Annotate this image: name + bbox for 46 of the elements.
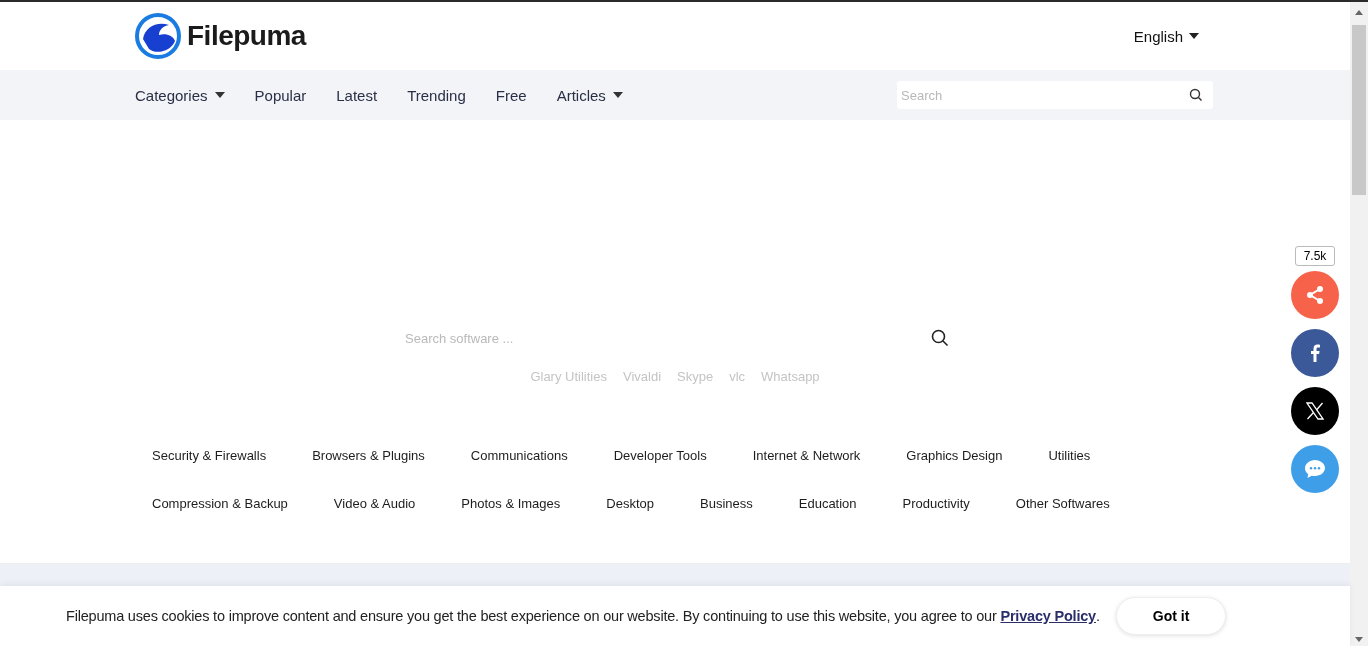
category-link[interactable]: Education	[798, 496, 857, 511]
caret-icon	[1189, 33, 1199, 39]
category-link[interactable]: Communications	[470, 448, 568, 463]
category-link[interactable]: Compression & Backup	[152, 496, 288, 511]
scrollbar-thumb[interactable]	[1352, 25, 1366, 195]
nav-link[interactable]: Trending	[407, 86, 466, 104]
category-link[interactable]: Developer Tools	[613, 448, 707, 463]
category-link[interactable]: Video & Audio	[333, 496, 416, 511]
logo-text[interactable]: Filepuma	[187, 20, 306, 52]
category-link[interactable]: Productivity	[902, 496, 970, 511]
category-link[interactable]: Internet & Network	[752, 448, 861, 463]
share-button[interactable]	[1291, 271, 1339, 319]
nav-link[interactable]: Free	[495, 86, 527, 104]
chat-button[interactable]	[1291, 445, 1339, 493]
category-link[interactable]: Business	[700, 496, 753, 511]
nav-link[interactable]: Popular	[254, 86, 307, 104]
language-dropdown[interactable]: English	[1133, 27, 1199, 45]
category-link[interactable]: Other Softwares	[1015, 496, 1110, 511]
privacy-policy-link[interactable]: Privacy Policy	[1000, 608, 1096, 624]
category-link[interactable]: Security & Firewalls	[152, 448, 267, 463]
category-link[interactable]: Browsers & Plugins	[312, 448, 425, 463]
search-field[interactable]: Search	[897, 81, 1213, 109]
search-icon	[1189, 88, 1203, 102]
facebook-icon	[1310, 344, 1320, 362]
share-count: 7.5k	[1294, 246, 1336, 266]
search-icon	[931, 329, 949, 347]
facebook-button[interactable]	[1291, 329, 1339, 377]
nav-link[interactable]: Latest	[336, 86, 378, 104]
nav-link[interactable]: Categories	[135, 86, 225, 104]
caret-icon	[612, 92, 623, 98]
x-icon	[1306, 402, 1324, 420]
caret-icon	[214, 92, 225, 98]
nav-link[interactable]: Articles	[556, 86, 623, 104]
category-link[interactable]: Desktop	[606, 496, 654, 511]
category-link[interactable]: Utilities	[1048, 448, 1091, 463]
category-link[interactable]: Photos & Images	[461, 496, 561, 511]
scroll-up-icon[interactable]	[1355, 10, 1363, 15]
scrollbar[interactable]	[1350, 2, 1368, 646]
chat-bubble-icon	[1304, 459, 1326, 479]
got-it-button[interactable]: Got it	[1115, 597, 1227, 635]
category-link[interactable]: Graphics Design	[906, 448, 1003, 463]
cookie-message: Filepuma uses cookies to improve content and ensure you get the best experience on our website. By continuing to use this website, you agree to our Privacy Policy.	[66, 608, 1100, 624]
x-button[interactable]	[1291, 387, 1339, 435]
share-icon	[1305, 285, 1325, 305]
logo-icon	[135, 13, 181, 59]
scroll-down-icon[interactable]	[1355, 637, 1363, 642]
